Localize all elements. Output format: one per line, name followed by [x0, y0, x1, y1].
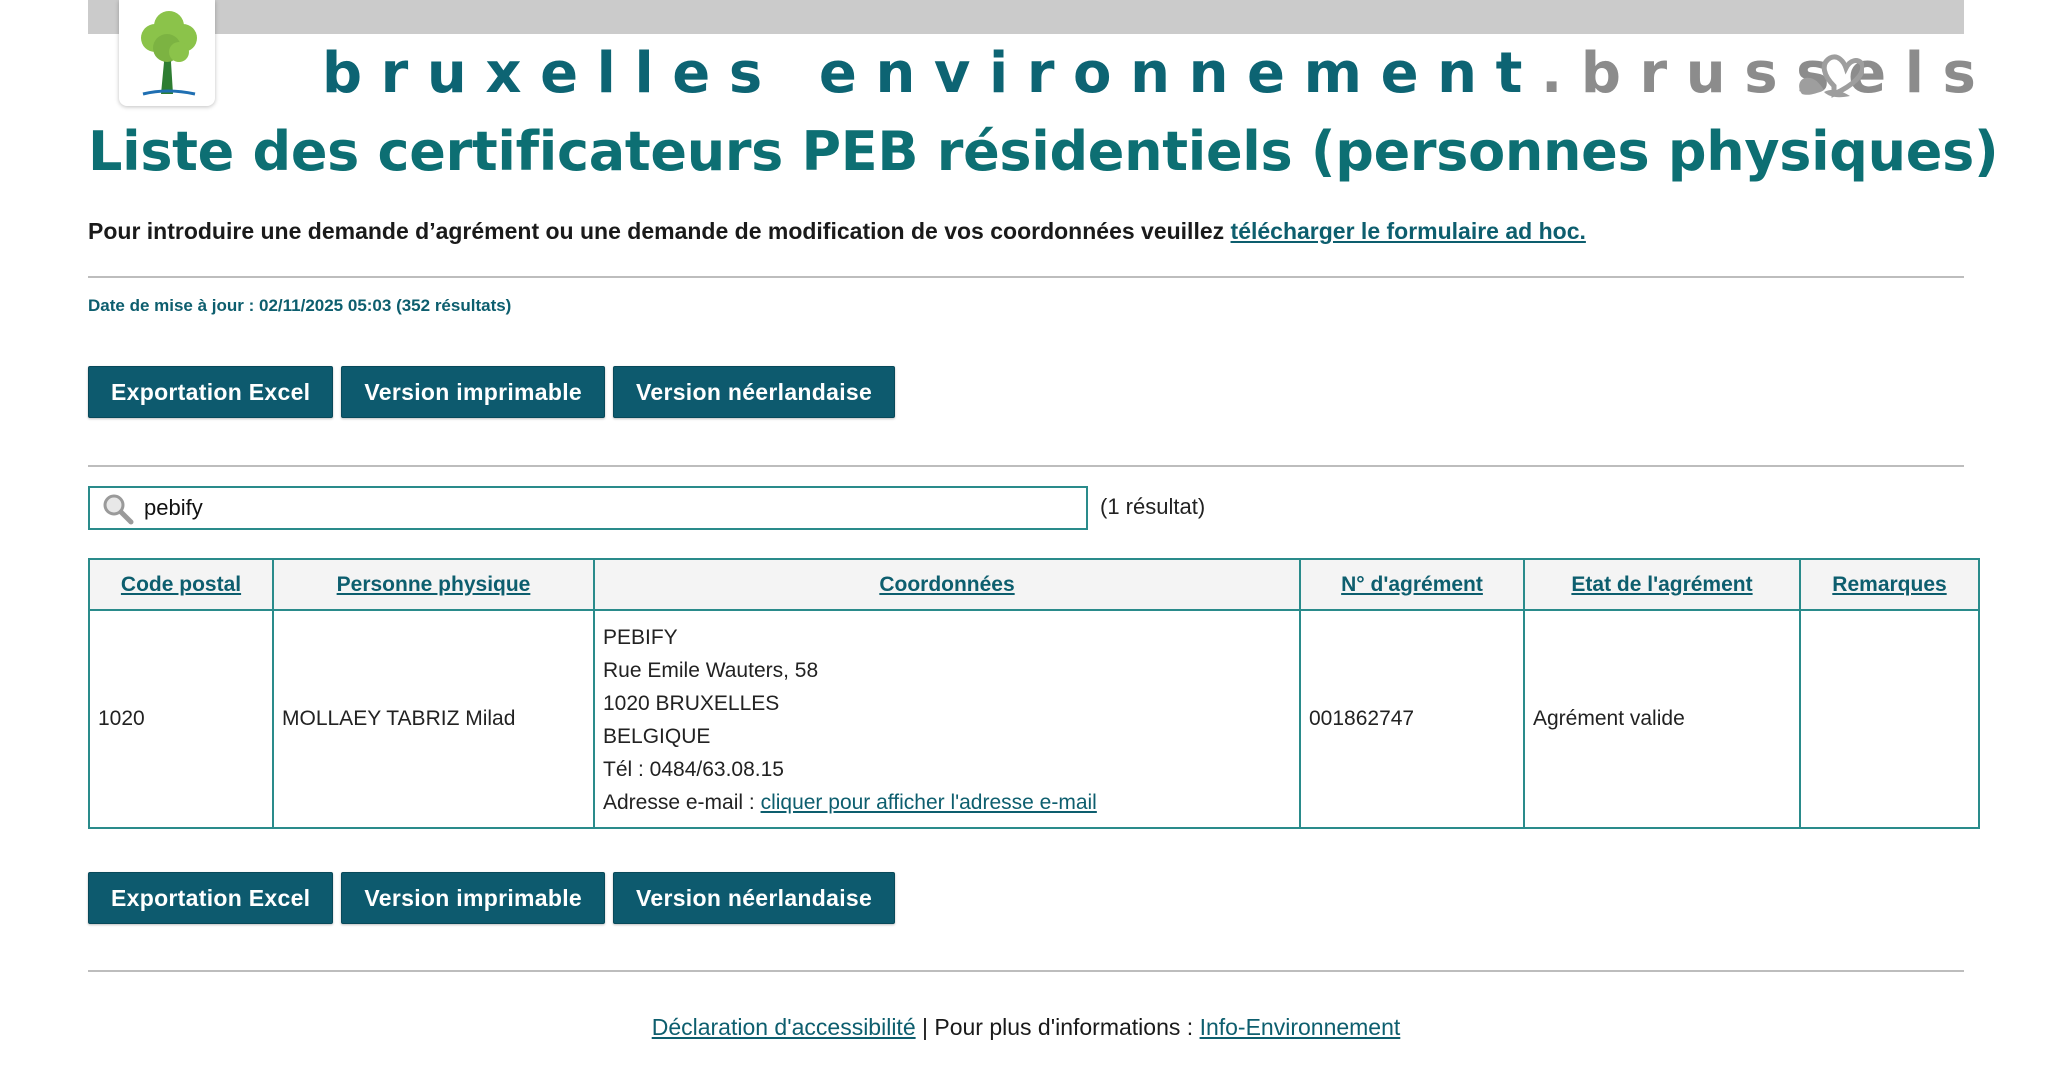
header-bar	[88, 0, 1964, 34]
column-header-label[interactable]: Remarques	[1832, 573, 1946, 596]
table-header-row: Code postal Personne physique Coordonnée…	[88, 558, 1980, 611]
footer: Déclaration d'accessibilité | Pour plus …	[88, 1014, 1964, 1041]
cell-contact: PEBIFY Rue Emile Wauters, 58 1020 BRUXEL…	[593, 609, 1301, 829]
contact-street: Rue Emile Wauters, 58	[603, 659, 819, 682]
column-header-label[interactable]: Etat de l'agrément	[1571, 573, 1752, 596]
dutch-version-button[interactable]: Version néerlandaise	[612, 366, 896, 418]
column-header-person[interactable]: Personne physique	[272, 558, 595, 611]
contact-city: 1020 BRUXELLES	[603, 692, 780, 715]
column-header-postal[interactable]: Code postal	[88, 558, 274, 611]
dutch-version-button[interactable]: Version néerlandaise	[612, 872, 896, 924]
cell-person: MOLLAEY TABRIZ Milad	[272, 609, 595, 829]
divider	[88, 970, 1964, 972]
column-header-remarks[interactable]: Remarques	[1799, 558, 1980, 611]
result-count: (1 résultat)	[1100, 494, 1206, 519]
download-form-link[interactable]: télécharger le formulaire ad hoc.	[1231, 218, 1586, 244]
export-excel-button[interactable]: Exportation Excel	[88, 366, 334, 418]
footer-separator: | Pour plus d'informations :	[915, 1014, 1200, 1040]
table-row: 1020 MOLLAEY TABRIZ Milad PEBIFY Rue Emi…	[88, 609, 1980, 829]
column-header-number[interactable]: N° d'agrément	[1299, 558, 1525, 611]
contact-email: Adresse e-mail : cliquer pour afficher l…	[603, 786, 1291, 819]
search-input[interactable]	[144, 494, 1044, 522]
search-box[interactable]	[88, 486, 1088, 530]
info-environnement-link[interactable]: Info-Environnement	[1200, 1014, 1401, 1040]
column-header-label[interactable]: Personne physique	[337, 573, 531, 596]
certifier-table: Code postal Personne physique Coordonnée…	[88, 558, 1980, 829]
contact-country: BELGIQUE	[603, 725, 711, 748]
intro-sentence: Pour introduire une demande d’agrément o…	[88, 218, 1231, 244]
export-excel-button[interactable]: Exportation Excel	[88, 872, 334, 924]
column-header-contact[interactable]: Coordonnées	[593, 558, 1301, 611]
button-row-bottom: Exportation Excel Version imprimable Ver…	[88, 872, 896, 924]
search-icon	[103, 494, 134, 525]
brand-dot: .	[1541, 40, 1581, 106]
page-title: Liste des certificateurs PEB résidentiel…	[88, 120, 1999, 183]
column-header-label[interactable]: Code postal	[121, 573, 241, 596]
divider	[88, 465, 1964, 467]
print-version-button[interactable]: Version imprimable	[341, 872, 605, 924]
button-row-top: Exportation Excel Version imprimable Ver…	[88, 366, 896, 418]
brand-wordmark: bruxelles environnement. brussels	[322, 38, 1994, 108]
cell-number: 001862747	[1299, 609, 1525, 829]
column-header-label[interactable]: Coordonnées	[879, 573, 1014, 596]
intro-text: Pour introduire une demande d’agrément o…	[88, 218, 1586, 245]
print-version-button[interactable]: Version imprimable	[341, 366, 605, 418]
cell-remarks	[1799, 609, 1980, 829]
divider	[88, 276, 1964, 278]
logo[interactable]	[119, 0, 215, 106]
show-email-link[interactable]: cliquer pour afficher l'adresse e-mail	[761, 791, 1097, 814]
email-label: Adresse e-mail :	[603, 791, 761, 814]
brand-secondary: brussels	[1580, 40, 1995, 106]
column-header-status[interactable]: Etat de l'agrément	[1523, 558, 1801, 611]
accessibility-link[interactable]: Déclaration d'accessibilité	[652, 1014, 916, 1040]
update-date: Date de mise à jour : 02/11/2025 05:03 (…	[88, 296, 512, 315]
cell-postal: 1020	[88, 609, 274, 829]
column-header-label[interactable]: N° d'agrément	[1341, 573, 1483, 596]
cell-status: Agrément valide	[1523, 609, 1801, 829]
tree-icon	[141, 11, 197, 96]
brand-primary: bruxelles environnement	[322, 40, 1541, 106]
contact-company: PEBIFY	[603, 626, 678, 649]
heart-icon	[1799, 54, 1864, 98]
contact-phone: Tél : 0484/63.08.15	[603, 758, 784, 781]
